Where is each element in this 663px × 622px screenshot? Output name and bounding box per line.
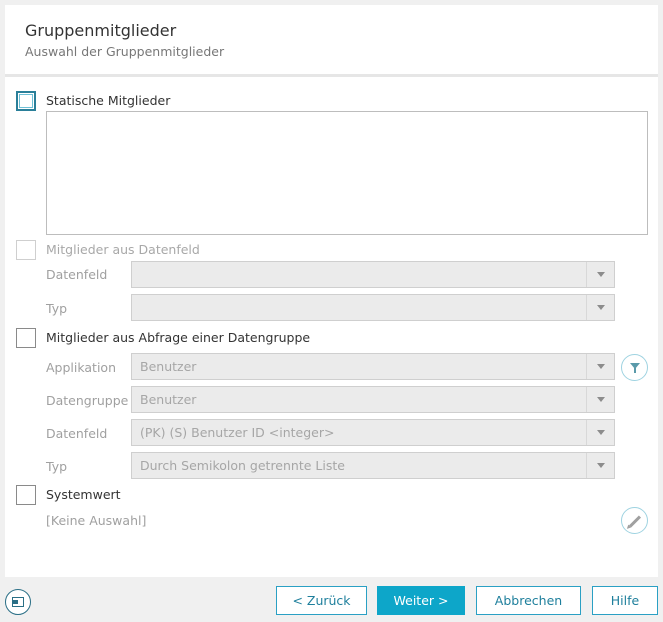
datafield-field-select[interactable] [131, 261, 615, 288]
datafield-type-label: Typ [46, 301, 68, 316]
chevron-down-icon[interactable] [586, 387, 614, 412]
query-datafield-select[interactable]: (PK) (S) Benutzer ID <integer> [131, 419, 615, 446]
edit-button[interactable] [621, 507, 648, 534]
system-value-checkbox[interactable] [16, 485, 36, 505]
static-members-label[interactable]: Statische Mitglieder [46, 93, 170, 108]
query-type-label: Typ [46, 459, 68, 474]
window-button[interactable] [5, 589, 31, 615]
chevron-down-icon[interactable] [586, 354, 614, 379]
query-members-label[interactable]: Mitglieder aus Abfrage einer Datengruppe [46, 330, 310, 345]
query-type-value: Durch Semikolon getrennte Liste [140, 458, 345, 473]
window-icon [12, 597, 24, 607]
back-button[interactable]: < Zurück [276, 586, 367, 615]
datagroup-value: Benutzer [140, 392, 197, 407]
application-select[interactable]: Benutzer [131, 353, 615, 380]
application-label: Applikation [46, 360, 116, 375]
dialog-header: Gruppenmitglieder Auswahl der Gruppenmit… [5, 5, 658, 77]
system-value-label[interactable]: Systemwert [46, 487, 121, 502]
cancel-button[interactable]: Abbrechen [476, 586, 581, 615]
dialog-footer: < Zurück Weiter > Abbrechen Hilfe [0, 577, 663, 622]
dialog: Gruppenmitglieder Auswahl der Gruppenmit… [5, 5, 658, 577]
datagroup-select[interactable]: Benutzer [131, 386, 615, 413]
datafield-field-label: Datenfeld [46, 267, 108, 282]
query-datafield-label: Datenfeld [46, 426, 108, 441]
datafield-members-label[interactable]: Mitglieder aus Datenfeld [46, 242, 200, 257]
chevron-down-icon[interactable] [586, 453, 614, 478]
chevron-down-icon[interactable] [586, 262, 614, 287]
query-members-checkbox[interactable] [16, 328, 36, 348]
filter-button[interactable] [621, 354, 648, 381]
system-value-display: [Keine Auswahl] [46, 513, 147, 528]
datagroup-label: Datengruppe [46, 393, 129, 408]
static-members-checkbox[interactable] [16, 91, 36, 111]
query-datafield-value: (PK) (S) Benutzer ID <integer> [140, 425, 335, 440]
query-type-select[interactable]: Durch Semikolon getrennte Liste [131, 452, 615, 479]
help-button[interactable]: Hilfe [592, 586, 658, 615]
page-title: Gruppenmitglieder [25, 21, 177, 40]
datafield-members-checkbox[interactable] [16, 240, 36, 260]
page-subtitle: Auswahl der Gruppenmitglieder [25, 44, 225, 59]
chevron-down-icon[interactable] [586, 295, 614, 320]
datafield-type-select[interactable] [131, 294, 615, 321]
next-button[interactable]: Weiter > [377, 586, 465, 615]
filter-icon [630, 363, 640, 373]
static-members-textarea[interactable] [46, 111, 648, 235]
application-value: Benutzer [140, 359, 197, 374]
pencil-icon [628, 515, 642, 528]
chevron-down-icon[interactable] [586, 420, 614, 445]
